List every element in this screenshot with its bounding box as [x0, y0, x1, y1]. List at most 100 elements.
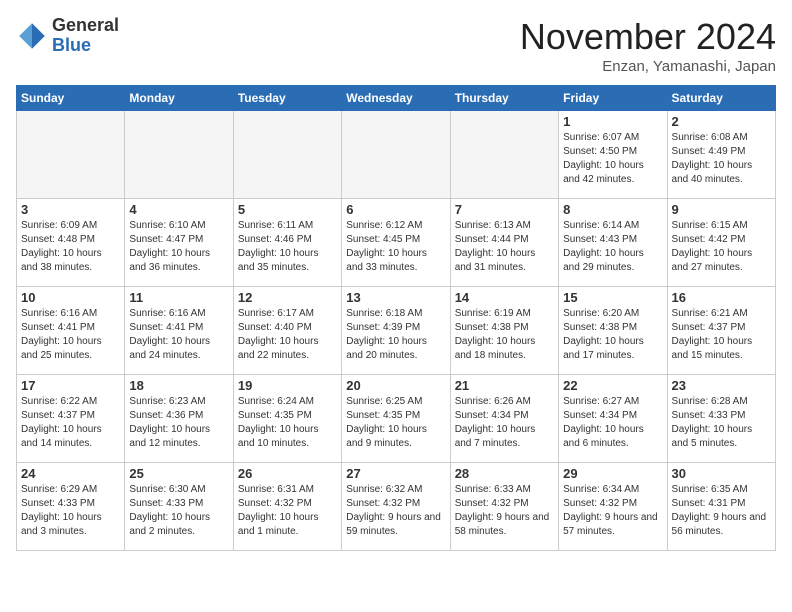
calendar-cell: 11 Sunrise: 6:16 AM Sunset: 4:41 PM Dayli… [125, 287, 233, 375]
day-info: Sunrise: 6:09 AM Sunset: 4:48 PM Dayligh… [21, 219, 120, 275]
calendar-week-2: 3 Sunrise: 6:09 AM Sunset: 4:48 PM Daylig… [17, 199, 776, 287]
day-number: 7 [455, 202, 554, 217]
logo-general: General [52, 16, 119, 36]
day-info: Sunrise: 6:30 AM Sunset: 4:33 PM Dayligh… [129, 483, 228, 539]
day-number: 24 [21, 466, 120, 481]
day-info: Sunrise: 6:25 AM Sunset: 4:35 PM Dayligh… [346, 395, 445, 451]
day-info: Sunrise: 6:24 AM Sunset: 4:35 PM Dayligh… [238, 395, 337, 451]
day-number: 27 [346, 466, 445, 481]
day-number: 18 [129, 378, 228, 393]
day-header-saturday: Saturday [667, 86, 775, 111]
day-number: 9 [672, 202, 771, 217]
calendar-cell [17, 111, 125, 199]
calendar-cell: 8Sunrise: 6:14 AM Sunset: 4:43 PM Daylig… [559, 199, 667, 287]
day-info: Sunrise: 6:18 AM Sunset: 4:39 PM Dayligh… [346, 307, 445, 363]
day-info: Sunrise: 6:12 AM Sunset: 4:45 PM Dayligh… [346, 219, 445, 275]
day-header-monday: Monday [125, 86, 233, 111]
calendar-cell: 14 Sunrise: 6:19 AM Sunset: 4:38 PM Dayli… [450, 287, 558, 375]
calendar-cell: 10 Sunrise: 6:16 AM Sunset: 4:41 PM Dayli… [17, 287, 125, 375]
calendar-cell: 24Sunrise: 6:29 AM Sunset: 4:33 PM Dayli… [17, 463, 125, 551]
day-number: 5 [238, 202, 337, 217]
calendar-cell: 4Sunrise: 6:10 AM Sunset: 4:47 PM Daylig… [125, 199, 233, 287]
day-info: Sunrise: 6:23 AM Sunset: 4:36 PM Dayligh… [129, 395, 228, 451]
day-number: 3 [21, 202, 120, 217]
calendar-cell: 7 Sunrise: 6:13 AM Sunset: 4:44 PM Daylig… [450, 199, 558, 287]
calendar-cell: 17 Sunrise: 6:22 AM Sunset: 4:37 PM Dayli… [17, 375, 125, 463]
day-number: 14 [455, 290, 554, 305]
day-info: Sunrise: 6:34 AM Sunset: 4:32 PM Dayligh… [563, 483, 662, 539]
day-info: Sunrise: 6:11 AM Sunset: 4:46 PM Dayligh… [238, 219, 337, 275]
calendar-table: SundayMondayTuesdayWednesdayThursdayFrid… [16, 85, 776, 551]
day-number: 12 [238, 290, 337, 305]
day-number: 1 [563, 114, 662, 129]
day-info: Sunrise: 6:08 AM Sunset: 4:49 PM Dayligh… [672, 131, 771, 187]
day-number: 16 [672, 290, 771, 305]
day-info: Sunrise: 6:07 AM Sunset: 4:50 PM Dayligh… [563, 131, 662, 187]
calendar-cell: 18 Sunrise: 6:23 AM Sunset: 4:36 PM Dayli… [125, 375, 233, 463]
calendar-cell [125, 111, 233, 199]
day-info: Sunrise: 6:17 AM Sunset: 4:40 PM Dayligh… [238, 307, 337, 363]
calendar-cell [233, 111, 341, 199]
day-number: 28 [455, 466, 554, 481]
logo-icon [16, 20, 48, 52]
day-number: 26 [238, 466, 337, 481]
calendar-cell [342, 111, 450, 199]
day-info: Sunrise: 6:21 AM Sunset: 4:37 PM Dayligh… [672, 307, 771, 363]
month-title: November 2024 [520, 16, 776, 58]
day-info: Sunrise: 6:16 AM Sunset: 4:41 PM Dayligh… [129, 307, 228, 363]
day-number: 13 [346, 290, 445, 305]
day-header-sunday: Sunday [17, 86, 125, 111]
day-info: Sunrise: 6:32 AM Sunset: 4:32 PM Dayligh… [346, 483, 445, 539]
location: Enzan, Yamanashi, Japan [520, 58, 776, 75]
title-block: November 2024 Enzan, Yamanashi, Japan [520, 16, 776, 75]
calendar-cell: 25 Sunrise: 6:30 AM Sunset: 4:33 PM Dayli… [125, 463, 233, 551]
calendar-cell: 26 Sunrise: 6:31 AM Sunset: 4:32 PM Dayli… [233, 463, 341, 551]
calendar-cell: 1 Sunrise: 6:07 AM Sunset: 4:50 PM Daylig… [559, 111, 667, 199]
day-info: Sunrise: 6:19 AM Sunset: 4:38 PM Dayligh… [455, 307, 554, 363]
calendar-cell: 2 Sunrise: 6:08 AM Sunset: 4:49 PM Daylig… [667, 111, 775, 199]
day-info: Sunrise: 6:16 AM Sunset: 4:41 PM Dayligh… [21, 307, 120, 363]
calendar-cell: 12 Sunrise: 6:17 AM Sunset: 4:40 PM Dayli… [233, 287, 341, 375]
day-info: Sunrise: 6:10 AM Sunset: 4:47 PM Dayligh… [129, 219, 228, 275]
day-number: 20 [346, 378, 445, 393]
day-info: Sunrise: 6:27 AM Sunset: 4:34 PM Dayligh… [563, 395, 662, 451]
calendar-cell [450, 111, 558, 199]
calendar-cell: 30Sunrise: 6:35 AM Sunset: 4:31 PM Dayli… [667, 463, 775, 551]
calendar-week-1: 1 Sunrise: 6:07 AM Sunset: 4:50 PM Daylig… [17, 111, 776, 199]
day-number: 21 [455, 378, 554, 393]
page-header: General Blue November 2024 Enzan, Yamana… [16, 16, 776, 75]
day-info: Sunrise: 6:14 AM Sunset: 4:43 PM Dayligh… [563, 219, 662, 275]
day-number: 15 [563, 290, 662, 305]
day-info: Sunrise: 6:28 AM Sunset: 4:33 PM Dayligh… [672, 395, 771, 451]
day-header-tuesday: Tuesday [233, 86, 341, 111]
day-number: 10 [21, 290, 120, 305]
day-number: 25 [129, 466, 228, 481]
day-number: 29 [563, 466, 662, 481]
day-info: Sunrise: 6:33 AM Sunset: 4:32 PM Dayligh… [455, 483, 554, 539]
day-number: 6 [346, 202, 445, 217]
calendar-cell: 16 Sunrise: 6:21 AM Sunset: 4:37 PM Dayli… [667, 287, 775, 375]
calendar-cell: 21Sunrise: 6:26 AM Sunset: 4:34 PM Dayli… [450, 375, 558, 463]
logo: General Blue [16, 16, 119, 56]
day-info: Sunrise: 6:13 AM Sunset: 4:44 PM Dayligh… [455, 219, 554, 275]
day-number: 2 [672, 114, 771, 129]
calendar-cell: 15 Sunrise: 6:20 AM Sunset: 4:38 PM Dayli… [559, 287, 667, 375]
calendar-header-row: SundayMondayTuesdayWednesdayThursdayFrid… [17, 86, 776, 111]
day-number: 23 [672, 378, 771, 393]
calendar-cell: 29 Sunrise: 6:34 AM Sunset: 4:32 PM Dayli… [559, 463, 667, 551]
calendar-cell: 23 Sunrise: 6:28 AM Sunset: 4:33 PM Dayli… [667, 375, 775, 463]
day-info: Sunrise: 6:20 AM Sunset: 4:38 PM Dayligh… [563, 307, 662, 363]
calendar-cell: 28 Sunrise: 6:33 AM Sunset: 4:32 PM Dayli… [450, 463, 558, 551]
day-number: 22 [563, 378, 662, 393]
day-number: 19 [238, 378, 337, 393]
calendar-week-4: 17 Sunrise: 6:22 AM Sunset: 4:37 PM Dayli… [17, 375, 776, 463]
calendar-cell: 3 Sunrise: 6:09 AM Sunset: 4:48 PM Daylig… [17, 199, 125, 287]
day-number: 11 [129, 290, 228, 305]
day-info: Sunrise: 6:22 AM Sunset: 4:37 PM Dayligh… [21, 395, 120, 451]
day-number: 17 [21, 378, 120, 393]
day-info: Sunrise: 6:31 AM Sunset: 4:32 PM Dayligh… [238, 483, 337, 539]
calendar-cell: 19 Sunrise: 6:24 AM Sunset: 4:35 PM Dayli… [233, 375, 341, 463]
day-header-friday: Friday [559, 86, 667, 111]
logo-blue: Blue [52, 36, 119, 56]
day-number: 30 [672, 466, 771, 481]
